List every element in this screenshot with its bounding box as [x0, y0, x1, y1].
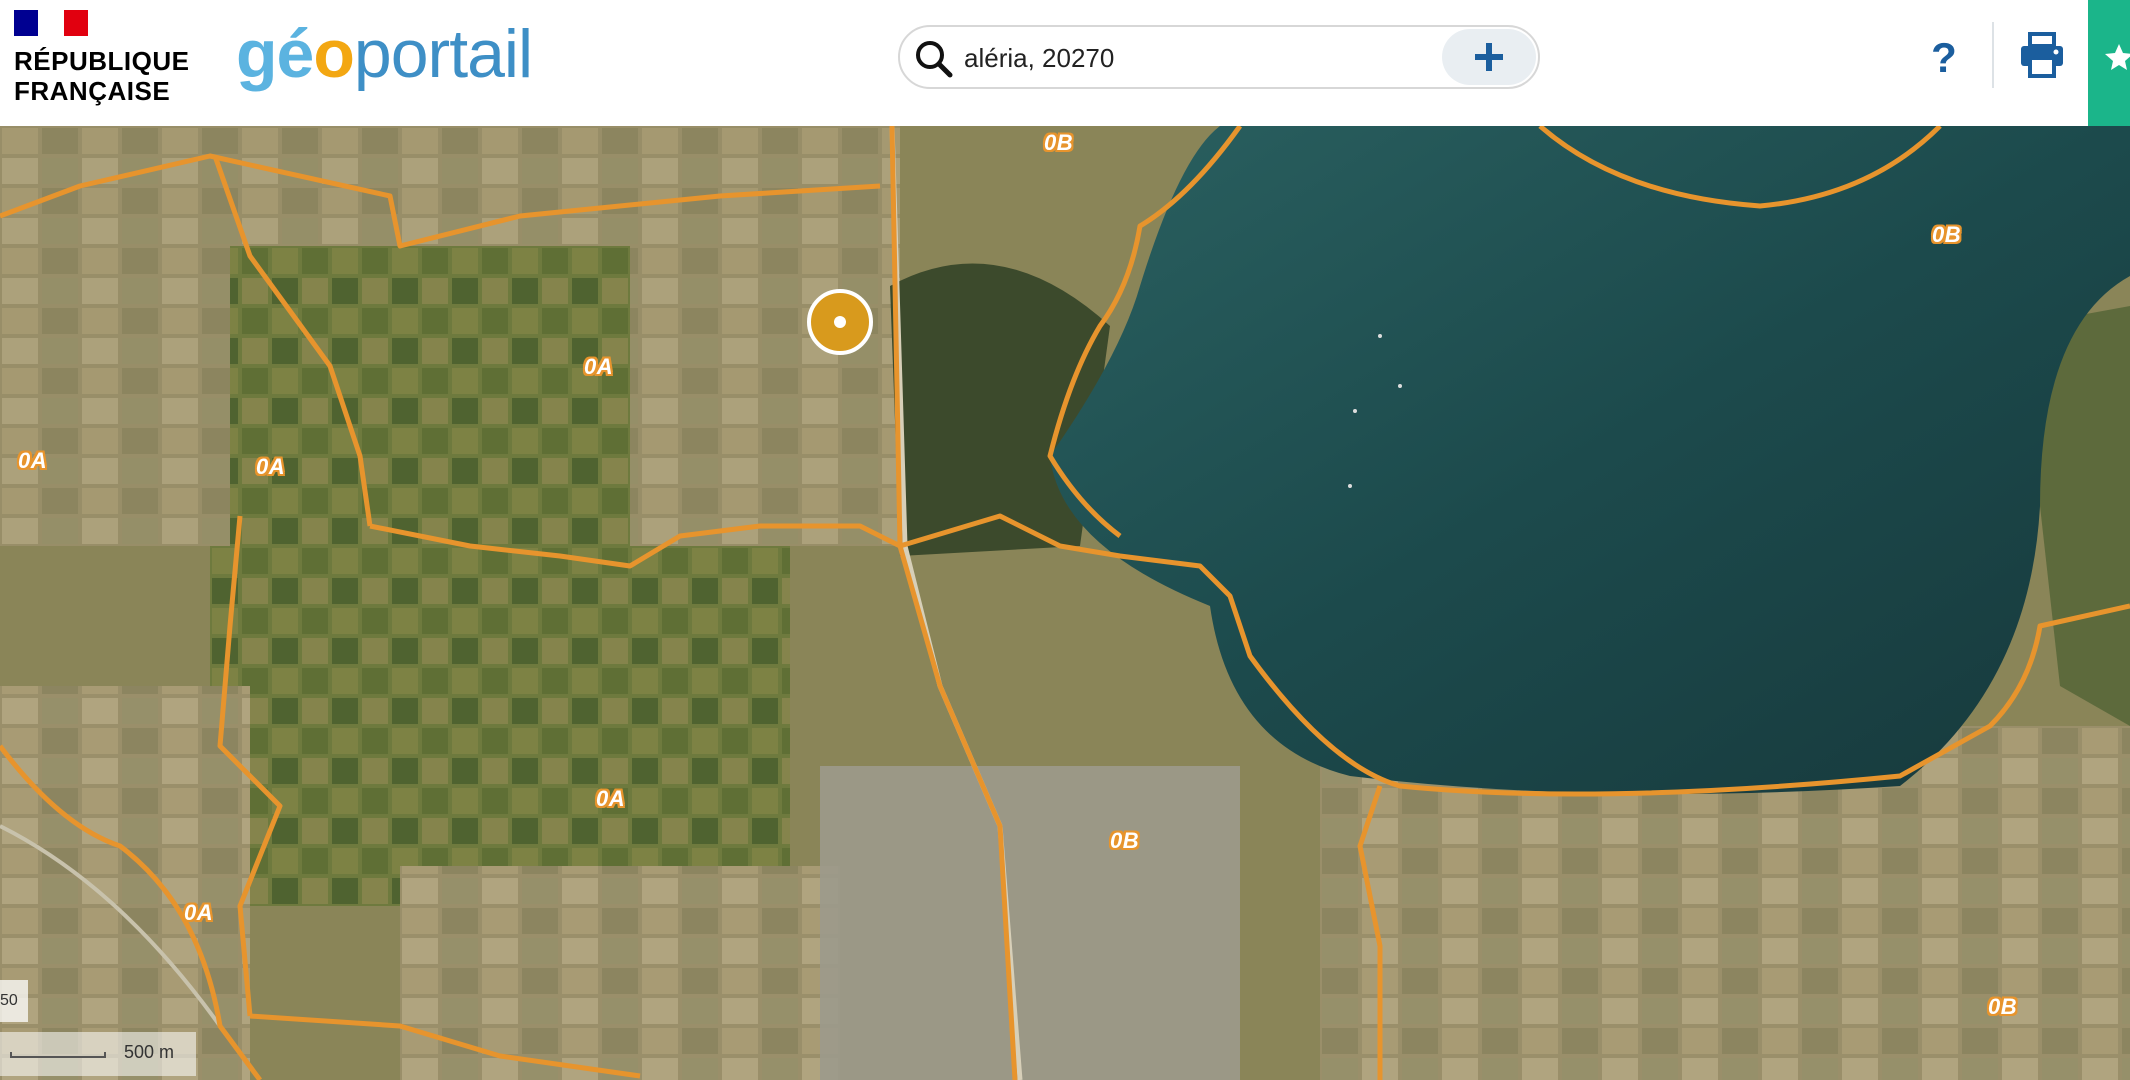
scale-line	[10, 1052, 106, 1058]
brand-letter-o: o	[313, 16, 355, 92]
print-icon[interactable]	[2018, 30, 2066, 80]
zone-label-oa-1[interactable]: 0A	[584, 354, 613, 380]
brand-letter-g: g	[236, 16, 278, 92]
favorites-tab[interactable]	[2088, 0, 2130, 126]
header-divider	[1992, 22, 1994, 88]
plus-icon	[1475, 43, 1503, 71]
republique-line: RÉPUBLIQUE	[14, 46, 190, 76]
search-input[interactable]	[962, 35, 1446, 81]
location-marker-icon[interactable]	[806, 288, 874, 356]
zone-label-oa-2[interactable]: 0A	[18, 448, 47, 474]
map-view[interactable]: 0A 0A 0A 0A 0A 0B 0B 0B 0B 50 500 m	[0, 126, 2130, 1080]
search-add-button[interactable]	[1442, 29, 1536, 85]
francaise-line: FRANÇAISE	[14, 76, 171, 106]
zone-label-oa-4[interactable]: 0A	[596, 786, 625, 812]
zone-label-oa-3[interactable]: 0A	[256, 454, 285, 480]
geoportail-logo[interactable]: géoportail	[236, 14, 533, 94]
map-control-fragment[interactable]: 50	[0, 980, 28, 1022]
star-icon	[2105, 44, 2130, 70]
zone-label-ob-1[interactable]: 0B	[1044, 130, 1073, 156]
scale-bar: 500 m	[0, 1032, 196, 1076]
french-flag-icon	[14, 10, 88, 36]
search-bar	[898, 25, 1540, 89]
republique-francaise-text: RÉPUBLIQUE FRANÇAISE	[14, 46, 189, 106]
brand-word-portail: portail	[353, 16, 533, 92]
help-button[interactable]: ?	[1924, 28, 1964, 88]
republique-francaise-logo[interactable]: RÉPUBLIQUE FRANÇAISE	[14, 10, 194, 110]
zone-label-oa-5[interactable]: 0A	[184, 900, 213, 926]
brand-letter-e: é	[276, 16, 315, 92]
search-icon[interactable]	[912, 37, 956, 81]
zone-label-ob-3[interactable]: 0B	[1110, 828, 1139, 854]
zone-label-ob-4[interactable]: 0B	[1988, 994, 2017, 1020]
aerial-imagery	[0, 126, 2130, 1080]
app-header: RÉPUBLIQUE FRANÇAISE géoportail ?	[0, 0, 2130, 126]
scale-label: 500 m	[124, 1042, 175, 1062]
zone-label-ob-2[interactable]: 0B	[1932, 222, 1961, 248]
